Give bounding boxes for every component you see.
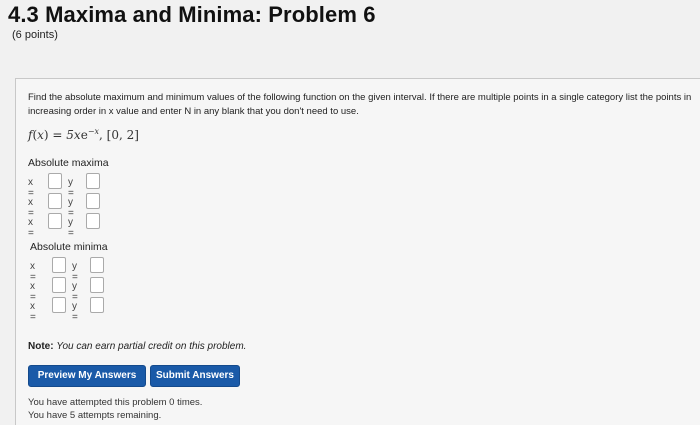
x-label: x = — [30, 281, 36, 303]
minima-y-input-2[interactable] — [90, 277, 104, 293]
points-label: (6 points) — [12, 29, 58, 41]
minima-x-input-1[interactable] — [52, 257, 66, 273]
attempts-remaining-text: You have 5 attempts remaining. — [28, 410, 162, 421]
maxima-y-input-2[interactable] — [86, 193, 100, 209]
maxima-y-input-3[interactable] — [86, 213, 100, 229]
maxima-x-input-1[interactable] — [48, 173, 62, 189]
note-text: You can earn partial credit on this prob… — [56, 341, 247, 352]
x-label: x = — [28, 217, 34, 239]
x-label: x = — [28, 177, 34, 199]
problem-panel: Find the absolute maximum and minimum va… — [15, 78, 700, 425]
maxima-label: Absolute maxima — [28, 157, 109, 169]
maxima-x-input-2[interactable] — [48, 193, 62, 209]
minima-x-input-2[interactable] — [52, 277, 66, 293]
partial-credit-note: Note: You can earn partial credit on thi… — [28, 341, 246, 352]
minima-label: Absolute minima — [30, 241, 108, 253]
function-exponent: −x — [87, 127, 100, 136]
minima-y-input-1[interactable] — [90, 257, 104, 273]
y-label: y = — [68, 217, 74, 239]
y-label: y = — [72, 301, 78, 323]
page-title: 4.3 Maxima and Minima: Problem 6 — [8, 2, 376, 27]
function-rhs: 5x — [66, 128, 81, 142]
maxima-y-input-1[interactable] — [86, 173, 100, 189]
function-var: x — [37, 128, 44, 142]
x-label: x = — [30, 261, 36, 283]
x-label: x = — [30, 301, 36, 323]
minima-y-input-3[interactable] — [90, 297, 104, 313]
y-label: y = — [72, 281, 78, 303]
submit-answers-button[interactable]: Submit Answers — [150, 365, 240, 387]
y-label: y = — [68, 177, 74, 199]
minima-x-input-3[interactable] — [52, 297, 66, 313]
note-label: Note: — [28, 341, 54, 352]
y-label: y = — [72, 261, 78, 283]
function-expression: f(x) = 5xe−x, [0, 2] — [28, 127, 139, 142]
function-name: f — [28, 128, 33, 142]
preview-answers-button[interactable]: Preview My Answers — [28, 365, 146, 387]
x-label: x = — [28, 197, 34, 219]
maxima-x-input-3[interactable] — [48, 213, 62, 229]
y-label: y = — [68, 197, 74, 219]
attempts-made-text: You have attempted this problem 0 times. — [28, 397, 203, 408]
function-interval: [0, 2] — [106, 128, 139, 142]
instructions-text: Find the absolute maximum and minimum va… — [28, 92, 692, 117]
